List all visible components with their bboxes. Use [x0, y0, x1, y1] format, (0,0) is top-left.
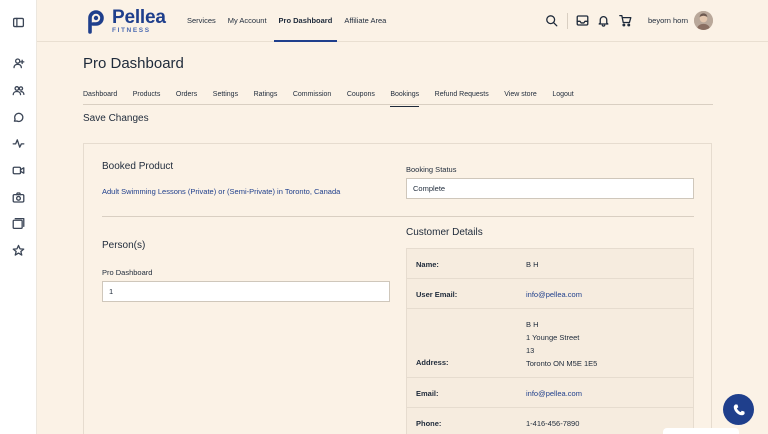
call-button[interactable] [723, 394, 754, 425]
phone-icon [733, 403, 745, 415]
users-icon[interactable] [11, 83, 25, 97]
booking-status-label: Booking Status [406, 165, 457, 174]
cart-icon[interactable] [619, 14, 632, 27]
name-value: B H [526, 260, 539, 269]
nav-services[interactable]: Services [187, 0, 216, 42]
tab-bookings[interactable]: Bookings [390, 88, 419, 107]
tab-coupons[interactable]: Coupons [347, 88, 375, 104]
phone-value: 1-416-456-7890 [526, 419, 580, 428]
page-title: Pro Dashboard [83, 55, 184, 72]
section-divider [102, 216, 694, 217]
chat-icon[interactable] [11, 110, 25, 124]
dashboard-tabs: Dashboard Products Orders Settings Ratin… [83, 88, 713, 107]
persons-field-label: Pro Dashboard [102, 268, 153, 277]
persons-input[interactable]: 1 [102, 281, 390, 302]
address-line: 1 Younge Street [526, 333, 580, 342]
nav-affiliate-area[interactable]: Affiliate Area [344, 0, 386, 42]
tab-products[interactable]: Products [133, 88, 161, 104]
sidebar-toggle-icon[interactable] [11, 15, 25, 29]
tab-dashboard[interactable]: Dashboard [83, 88, 117, 104]
gallery-icon[interactable] [11, 216, 25, 230]
address-key: Address: [416, 358, 449, 367]
save-changes-button[interactable]: Save Changes [83, 113, 149, 124]
star-icon[interactable] [11, 243, 25, 257]
top-header: Pellea FITNESS Services My Account Pro D… [37, 0, 768, 42]
inbox-icon[interactable] [576, 14, 589, 27]
email-link[interactable]: info@pellea.com [526, 389, 582, 398]
header-divider [567, 13, 568, 29]
table-row: Name: B H [407, 249, 693, 279]
pellea-logo[interactable]: Pellea FITNESS [84, 8, 166, 34]
tab-ratings[interactable]: Ratings [254, 88, 278, 104]
left-rail [0, 0, 37, 434]
booked-product-link[interactable]: Adult Swimming Lessons (Private) or (Sem… [102, 187, 340, 196]
address-line: 13 [526, 346, 535, 355]
tab-refund-requests[interactable]: Refund Requests [435, 88, 489, 104]
video-icon[interactable] [11, 163, 25, 177]
activity-icon[interactable] [11, 136, 25, 150]
tab-settings[interactable]: Settings [213, 88, 238, 104]
top-navigation: Services My Account Pro Dashboard Affili… [187, 0, 398, 42]
brand-tagline: FITNESS [112, 26, 151, 34]
search-icon[interactable] [545, 14, 558, 27]
booked-product-heading: Booked Product [102, 161, 174, 172]
table-row: Phone: 1-416-456-7890 [407, 408, 693, 434]
brand-name: Pellea [112, 6, 166, 28]
name-key: Name: [416, 260, 439, 269]
address-line: B H [526, 320, 539, 329]
tab-logout[interactable]: Logout [552, 88, 573, 104]
user-email-link[interactable]: info@pellea.com [526, 290, 582, 299]
tab-commission[interactable]: Commission [293, 88, 332, 104]
address-line: Toronto ON M5E 1E5 [526, 359, 598, 368]
table-row: Address: B H 1 Younge Street 13 Toronto … [407, 309, 693, 378]
nav-pro-dashboard[interactable]: Pro Dashboard [273, 0, 338, 42]
user-email-key: User Email: [416, 290, 458, 299]
customer-details-table: Name: B H User Email: info@pellea.com Ad… [406, 248, 694, 434]
table-row: User Email: info@pellea.com [407, 279, 693, 309]
chat-widget-tab[interactable] [663, 428, 739, 434]
booking-status-select[interactable]: Complete [406, 178, 694, 199]
avatar[interactable] [694, 11, 713, 30]
phone-key: Phone: [416, 419, 442, 428]
address-value: B H 1 Younge Street 13 Toronto ON M5E 1E… [526, 318, 597, 370]
tab-view-store[interactable]: View store [504, 88, 537, 104]
tab-orders[interactable]: Orders [176, 88, 197, 104]
table-row: Email: info@pellea.com [407, 378, 693, 408]
pellea-logo-mark-icon [88, 10, 104, 34]
persons-heading: Person(s) [102, 240, 146, 251]
email-key: Email: [416, 389, 439, 398]
bell-icon[interactable] [597, 14, 610, 27]
username[interactable]: beyorn horn [648, 0, 688, 42]
customer-details-heading: Customer Details [406, 227, 483, 238]
nav-my-account[interactable]: My Account [228, 0, 267, 42]
camera-icon[interactable] [11, 190, 25, 204]
user-plus-icon[interactable] [11, 56, 25, 70]
